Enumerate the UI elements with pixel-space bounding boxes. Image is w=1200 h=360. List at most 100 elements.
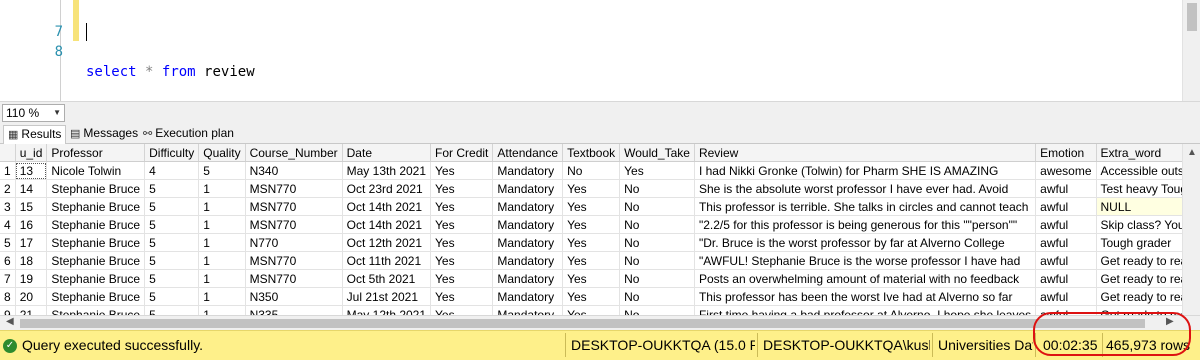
table-cell[interactable]: No <box>619 305 695 315</box>
table-cell[interactable]: 17 <box>15 233 48 252</box>
table-cell[interactable]: No <box>619 215 695 234</box>
table-cell[interactable]: Yes <box>430 197 494 216</box>
table-row[interactable]: 8 20 Stephanie Bruce 5 1 N350 Jul 21st 2021 Yes… <box>0 287 1182 306</box>
table-cell[interactable]: Yes <box>430 233 494 252</box>
table-row[interactable]: 7 19 Stephanie Bruce 5 1 MSN770 Oct 5th 2021 Ye… <box>0 269 1182 288</box>
sql-statement[interactable]: select * from review <box>86 62 255 82</box>
row-number[interactable]: 7 <box>0 269 16 288</box>
column-header[interactable]: Textbook <box>562 144 621 162</box>
tab-results[interactable]: ▦ Results <box>3 125 67 144</box>
table-cell[interactable]: Jul 21st 2021 <box>342 287 432 306</box>
table-cell[interactable]: She is the absolute worst professor I ha… <box>694 179 1037 198</box>
table-cell[interactable]: Yes <box>430 305 494 315</box>
table-cell[interactable]: 5 <box>144 233 200 252</box>
editor-vertical-scrollbar[interactable] <box>1182 0 1200 101</box>
table-row[interactable]: 1 13 Nicole Tolwin 4 5 N340 May 13th 2021 Yes Ma… <box>0 161 1182 180</box>
table-cell[interactable]: Yes <box>430 251 494 270</box>
table-row[interactable]: 4 16 Stephanie Bruce 5 1 MSN770 Oct 14th 2021 Y… <box>0 215 1182 234</box>
grid-vertical-scrollbar[interactable]: ▲ <box>1182 144 1200 315</box>
table-cell[interactable]: 1 <box>198 287 246 306</box>
table-cell[interactable]: 16 <box>15 215 48 234</box>
table-cell[interactable]: Yes <box>562 215 621 234</box>
table-cell[interactable]: No <box>619 269 695 288</box>
table-cell[interactable]: MSN770 <box>245 197 343 216</box>
table-cell[interactable]: No <box>619 287 695 306</box>
table-cell[interactable]: N770 <box>245 233 343 252</box>
table-cell[interactable]: Stephanie Bruce <box>46 305 146 315</box>
table-cell[interactable]: This professor has been the worst Ive ha… <box>694 287 1037 306</box>
table-cell[interactable]: Mandatory <box>492 251 564 270</box>
table-cell[interactable]: MSN770 <box>245 251 343 270</box>
grid-horizontal-scrollbar[interactable]: ◀ ▶ <box>0 315 1200 331</box>
scrollbar-thumb[interactable] <box>1187 3 1197 31</box>
table-cell[interactable]: Test heavy Tough grader <box>1096 179 1182 198</box>
table-cell[interactable]: Yes <box>562 269 621 288</box>
table-cell[interactable]: Mandatory <box>492 161 564 180</box>
table-cell[interactable]: May 12th 2021 <box>342 305 432 315</box>
table-cell[interactable]: awful <box>1035 179 1097 198</box>
table-cell[interactable]: awful <box>1035 251 1097 270</box>
table-cell[interactable]: MSN770 <box>245 179 343 198</box>
table-cell[interactable]: awesome <box>1035 161 1097 180</box>
table-cell[interactable]: "2.2/5 for this professor is being gener… <box>694 215 1037 234</box>
column-header[interactable]: Emotion <box>1035 144 1097 162</box>
column-header[interactable]: Professor <box>46 144 146 162</box>
row-number[interactable]: 1 <box>0 161 16 180</box>
table-cell[interactable]: 5 <box>144 215 200 234</box>
tab-messages[interactable]: ▤ Messages <box>66 125 142 142</box>
table-cell[interactable]: 1 <box>198 197 246 216</box>
table-cell[interactable]: awful <box>1035 269 1097 288</box>
table-cell[interactable]: Skip class? You won't pass <box>1096 215 1182 234</box>
zoom-select[interactable]: 110 % ▼ <box>2 104 65 122</box>
table-cell[interactable]: Yes <box>430 161 494 180</box>
column-header[interactable]: Review <box>694 144 1037 162</box>
table-cell[interactable]: Mandatory <box>492 215 564 234</box>
row-number[interactable]: 8 <box>0 287 16 306</box>
table-cell[interactable]: Stephanie Bruce <box>46 179 146 198</box>
table-cell[interactable]: 1 <box>198 233 246 252</box>
table-cell[interactable]: Stephanie Bruce <box>46 251 146 270</box>
table-cell[interactable]: 5 <box>144 287 200 306</box>
chevron-up-icon[interactable]: ▲ <box>1187 147 1197 158</box>
table-cell[interactable]: No <box>562 161 621 180</box>
scrollbar-thumb[interactable] <box>20 319 1145 328</box>
table-cell[interactable]: Get ready to read Test heavy <box>1096 251 1182 270</box>
table-cell[interactable]: N340 <box>245 161 343 180</box>
table-cell[interactable]: Stephanie Bruce <box>46 233 146 252</box>
table-cell[interactable]: 14 <box>15 179 48 198</box>
row-number[interactable]: 3 <box>0 197 16 216</box>
table-cell[interactable]: 21 <box>15 305 48 315</box>
table-cell[interactable]: "Dr. Bruce is the worst professor by far… <box>694 233 1037 252</box>
table-cell[interactable]: I had Nikki Gronke (Tolwin) for Pharm SH… <box>694 161 1037 180</box>
table-cell[interactable]: 5 <box>198 161 246 180</box>
table-cell[interactable]: 5 <box>144 179 200 198</box>
table-cell[interactable]: Oct 11th 2021 <box>342 251 432 270</box>
table-cell[interactable]: No <box>619 197 695 216</box>
table-cell[interactable]: Yes <box>430 215 494 234</box>
table-cell[interactable]: awful <box>1035 197 1097 216</box>
table-cell[interactable]: awful <box>1035 287 1097 306</box>
table-cell[interactable]: Tough grader <box>1096 233 1182 252</box>
table-cell[interactable]: Mandatory <box>492 179 564 198</box>
chevron-left-icon[interactable]: ◀ <box>6 316 14 327</box>
table-cell[interactable]: 1 <box>198 251 246 270</box>
editor-line-8[interactable]: 8 select * from review <box>0 22 255 80</box>
table-cell[interactable]: Mandatory <box>492 305 564 315</box>
table-cell[interactable]: Mandatory <box>492 269 564 288</box>
table-cell[interactable]: Nicole Tolwin <box>46 161 146 180</box>
table-cell[interactable]: 5 <box>144 305 200 315</box>
table-cell[interactable]: awful <box>1035 233 1097 252</box>
table-cell[interactable]: Oct 23rd 2021 <box>342 179 432 198</box>
table-cell[interactable]: "AWFUL! Stephanie Bruce is the worse pro… <box>694 251 1037 270</box>
row-number[interactable]: 4 <box>0 215 16 234</box>
table-cell[interactable]: Stephanie Bruce <box>46 197 146 216</box>
table-cell[interactable]: First time having a bad professor at Alv… <box>694 305 1037 315</box>
table-cell[interactable]: Oct 12th 2021 <box>342 233 432 252</box>
editor-horizontal-scrollbar[interactable] <box>70 106 1180 120</box>
table-cell[interactable]: Oct 5th 2021 <box>342 269 432 288</box>
table-cell[interactable]: Posts an overwhelming amount of material… <box>694 269 1037 288</box>
table-cell[interactable]: 5 <box>144 251 200 270</box>
table-cell[interactable]: 18 <box>15 251 48 270</box>
table-cell[interactable]: 1 <box>198 305 246 315</box>
table-row[interactable]: 6 18 Stephanie Bruce 5 1 MSN770 Oct 11th 2021 Y… <box>0 251 1182 270</box>
